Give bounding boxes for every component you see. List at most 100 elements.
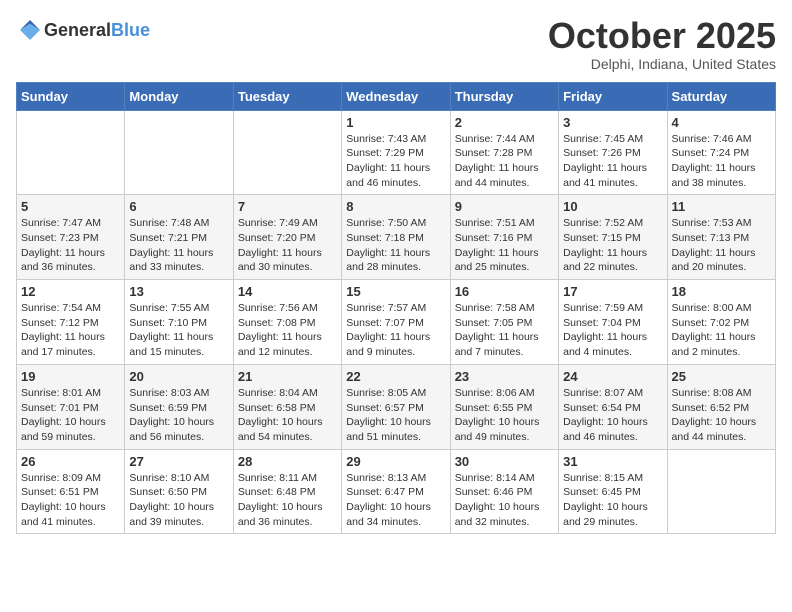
day-number: 28 <box>238 454 337 469</box>
day-info: Sunrise: 8:08 AM Sunset: 6:52 PM Dayligh… <box>672 386 771 445</box>
calendar-cell: 2 Sunrise: 7:44 AM Sunset: 7:28 PM Daylig… <box>450 110 558 195</box>
logo-general: General <box>44 20 111 40</box>
month-title: October 2025 <box>548 16 776 56</box>
calendar-cell: 1 Sunrise: 7:43 AM Sunset: 7:29 PM Daylig… <box>342 110 450 195</box>
day-info: Sunrise: 8:13 AM Sunset: 6:47 PM Dayligh… <box>346 471 445 530</box>
day-info: Sunrise: 8:11 AM Sunset: 6:48 PM Dayligh… <box>238 471 337 530</box>
day-number: 4 <box>672 115 771 130</box>
calendar-table: SundayMondayTuesdayWednesdayThursdayFrid… <box>16 82 776 535</box>
day-number: 29 <box>346 454 445 469</box>
calendar-cell: 18 Sunrise: 8:00 AM Sunset: 7:02 PM Dayli… <box>667 280 775 365</box>
calendar-cell: 28 Sunrise: 8:11 AM Sunset: 6:48 PM Dayli… <box>233 449 341 534</box>
calendar-cell <box>125 110 233 195</box>
day-number: 1 <box>346 115 445 130</box>
calendar-cell: 3Sunrise: 7:45 AM Sunset: 7:26 PM Daylig… <box>559 110 667 195</box>
day-info: Sunrise: 7:44 AM Sunset: 7:28 PM Dayligh… <box>455 132 554 191</box>
calendar-week-1: 1 Sunrise: 7:43 AM Sunset: 7:29 PM Daylig… <box>17 110 776 195</box>
day-info: Sunrise: 7:59 AM Sunset: 7:04 PM Dayligh… <box>563 301 662 360</box>
calendar-week-5: 26Sunrise: 8:09 AM Sunset: 6:51 PM Dayli… <box>17 449 776 534</box>
day-number: 23 <box>455 369 554 384</box>
calendar-cell: 5Sunrise: 7:47 AM Sunset: 7:23 PM Daylig… <box>17 195 125 280</box>
day-info: Sunrise: 7:52 AM Sunset: 7:15 PM Dayligh… <box>563 216 662 275</box>
day-info: Sunrise: 7:46 AM Sunset: 7:24 PM Dayligh… <box>672 132 771 191</box>
day-number: 7 <box>238 199 337 214</box>
calendar-cell <box>667 449 775 534</box>
location: Delphi, Indiana, United States <box>548 56 776 72</box>
day-number: 21 <box>238 369 337 384</box>
day-number: 24 <box>563 369 662 384</box>
day-number: 27 <box>129 454 228 469</box>
weekday-header-row: SundayMondayTuesdayWednesdayThursdayFrid… <box>17 82 776 110</box>
day-number: 12 <box>21 284 120 299</box>
calendar-cell: 17 Sunrise: 7:59 AM Sunset: 7:04 PM Dayli… <box>559 280 667 365</box>
day-number: 10 <box>563 199 662 214</box>
page-header: GeneralBlue October 2025 Delphi, Indiana… <box>16 16 776 72</box>
logo-blue: Blue <box>111 20 150 40</box>
day-info: Sunrise: 8:09 AM Sunset: 6:51 PM Dayligh… <box>21 471 120 530</box>
calendar-cell: 22Sunrise: 8:05 AM Sunset: 6:57 PM Dayli… <box>342 364 450 449</box>
calendar-cell: 25Sunrise: 8:08 AM Sunset: 6:52 PM Dayli… <box>667 364 775 449</box>
calendar-cell: 24 Sunrise: 8:07 AM Sunset: 6:54 PM Dayli… <box>559 364 667 449</box>
day-info: Sunrise: 8:04 AM Sunset: 6:58 PM Dayligh… <box>238 386 337 445</box>
day-info: Sunrise: 8:07 AM Sunset: 6:54 PM Dayligh… <box>563 386 662 445</box>
calendar-cell: 16 Sunrise: 7:58 AM Sunset: 7:05 PM Dayli… <box>450 280 558 365</box>
day-number: 31 <box>563 454 662 469</box>
calendar-cell: 21 Sunrise: 8:04 AM Sunset: 6:58 PM Dayli… <box>233 364 341 449</box>
calendar-cell: 14 Sunrise: 7:56 AM Sunset: 7:08 PM Dayli… <box>233 280 341 365</box>
calendar-cell: 27 Sunrise: 8:10 AM Sunset: 6:50 PM Dayli… <box>125 449 233 534</box>
day-number: 3 <box>563 115 662 130</box>
calendar-cell: 11Sunrise: 7:53 AM Sunset: 7:13 PM Dayli… <box>667 195 775 280</box>
day-info: Sunrise: 7:57 AM Sunset: 7:07 PM Dayligh… <box>346 301 445 360</box>
title-block: October 2025 Delphi, Indiana, United Sta… <box>548 16 776 72</box>
day-number: 14 <box>238 284 337 299</box>
day-number: 20 <box>129 369 228 384</box>
day-info: Sunrise: 7:56 AM Sunset: 7:08 PM Dayligh… <box>238 301 337 360</box>
day-info: Sunrise: 8:15 AM Sunset: 6:45 PM Dayligh… <box>563 471 662 530</box>
day-number: 2 <box>455 115 554 130</box>
day-number: 9 <box>455 199 554 214</box>
calendar-week-3: 12 Sunrise: 7:54 AM Sunset: 7:12 PM Dayli… <box>17 280 776 365</box>
calendar-cell: 6Sunrise: 7:48 AM Sunset: 7:21 PM Daylig… <box>125 195 233 280</box>
day-info: Sunrise: 7:54 AM Sunset: 7:12 PM Dayligh… <box>21 301 120 360</box>
calendar-cell: 29 Sunrise: 8:13 AM Sunset: 6:47 PM Dayli… <box>342 449 450 534</box>
day-info: Sunrise: 8:10 AM Sunset: 6:50 PM Dayligh… <box>129 471 228 530</box>
day-number: 8 <box>346 199 445 214</box>
day-number: 16 <box>455 284 554 299</box>
day-info: Sunrise: 8:06 AM Sunset: 6:55 PM Dayligh… <box>455 386 554 445</box>
calendar-cell: 8 Sunrise: 7:50 AM Sunset: 7:18 PM Daylig… <box>342 195 450 280</box>
day-number: 19 <box>21 369 120 384</box>
calendar-cell <box>17 110 125 195</box>
day-number: 18 <box>672 284 771 299</box>
calendar-cell: 19 Sunrise: 8:01 AM Sunset: 7:01 PM Dayli… <box>17 364 125 449</box>
day-number: 17 <box>563 284 662 299</box>
weekday-header-sunday: Sunday <box>17 82 125 110</box>
day-number: 6 <box>129 199 228 214</box>
calendar-cell: 15Sunrise: 7:57 AM Sunset: 7:07 PM Dayli… <box>342 280 450 365</box>
day-info: Sunrise: 7:50 AM Sunset: 7:18 PM Dayligh… <box>346 216 445 275</box>
day-info: Sunrise: 7:49 AM Sunset: 7:20 PM Dayligh… <box>238 216 337 275</box>
day-info: Sunrise: 7:58 AM Sunset: 7:05 PM Dayligh… <box>455 301 554 360</box>
calendar-cell: 12 Sunrise: 7:54 AM Sunset: 7:12 PM Dayli… <box>17 280 125 365</box>
day-info: Sunrise: 7:53 AM Sunset: 7:13 PM Dayligh… <box>672 216 771 275</box>
day-info: Sunrise: 8:14 AM Sunset: 6:46 PM Dayligh… <box>455 471 554 530</box>
calendar-cell: 30Sunrise: 8:14 AM Sunset: 6:46 PM Dayli… <box>450 449 558 534</box>
day-info: Sunrise: 7:43 AM Sunset: 7:29 PM Dayligh… <box>346 132 445 191</box>
calendar-week-4: 19 Sunrise: 8:01 AM Sunset: 7:01 PM Dayli… <box>17 364 776 449</box>
calendar-cell: 4 Sunrise: 7:46 AM Sunset: 7:24 PM Daylig… <box>667 110 775 195</box>
calendar-cell: 13Sunrise: 7:55 AM Sunset: 7:10 PM Dayli… <box>125 280 233 365</box>
calendar-cell: 10 Sunrise: 7:52 AM Sunset: 7:15 PM Dayli… <box>559 195 667 280</box>
day-info: Sunrise: 8:01 AM Sunset: 7:01 PM Dayligh… <box>21 386 120 445</box>
day-info: Sunrise: 8:00 AM Sunset: 7:02 PM Dayligh… <box>672 301 771 360</box>
calendar-cell: 7 Sunrise: 7:49 AM Sunset: 7:20 PM Daylig… <box>233 195 341 280</box>
day-info: Sunrise: 7:51 AM Sunset: 7:16 PM Dayligh… <box>455 216 554 275</box>
weekday-header-thursday: Thursday <box>450 82 558 110</box>
calendar-cell: 26Sunrise: 8:09 AM Sunset: 6:51 PM Dayli… <box>17 449 125 534</box>
logo: GeneralBlue <box>16 16 150 44</box>
weekday-header-saturday: Saturday <box>667 82 775 110</box>
calendar-cell: 20Sunrise: 8:03 AM Sunset: 6:59 PM Dayli… <box>125 364 233 449</box>
day-number: 13 <box>129 284 228 299</box>
calendar-cell: 31 Sunrise: 8:15 AM Sunset: 6:45 PM Dayli… <box>559 449 667 534</box>
calendar-week-2: 5Sunrise: 7:47 AM Sunset: 7:23 PM Daylig… <box>17 195 776 280</box>
day-info: Sunrise: 7:47 AM Sunset: 7:23 PM Dayligh… <box>21 216 120 275</box>
weekday-header-wednesday: Wednesday <box>342 82 450 110</box>
